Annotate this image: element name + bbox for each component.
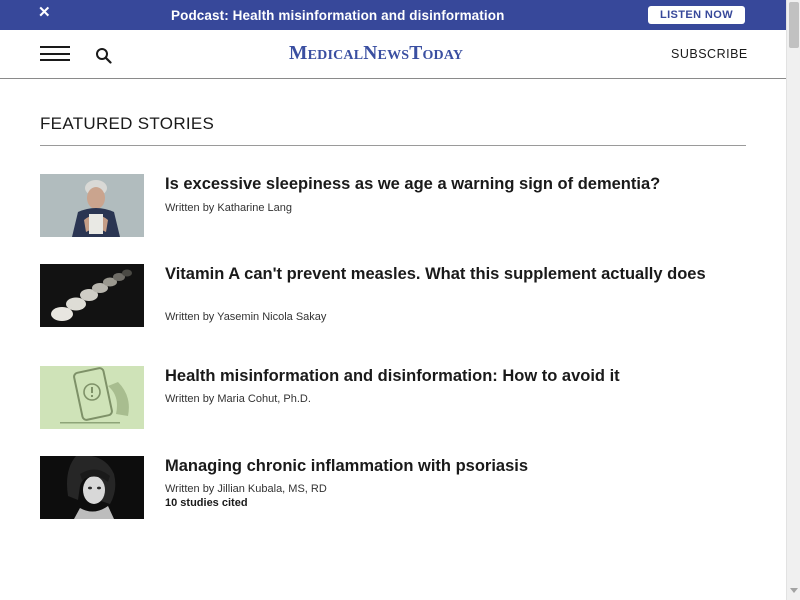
story-thumbnail[interactable] xyxy=(40,264,144,327)
story-thumbnail[interactable] xyxy=(40,174,144,237)
story-headline[interactable]: Managing chronic inflammation with psori… xyxy=(165,456,735,476)
site-logo[interactable]: MedicalNewsToday xyxy=(289,43,463,65)
citation-count: 10 studies cited xyxy=(165,497,248,509)
section-title: FEATURED STORIES xyxy=(40,114,215,133)
scroll-down-arrow-icon[interactable] xyxy=(790,588,798,593)
story-headline[interactable]: Health misinformation and disinformation… xyxy=(165,366,735,386)
page-scrollbar[interactable] xyxy=(786,0,800,600)
story-card[interactable]: Managing chronic inflammation with psori… xyxy=(40,456,746,519)
scrollbar-thumb[interactable] xyxy=(789,2,799,48)
subscribe-link[interactable]: SUBSCRIBE xyxy=(671,47,748,61)
promo-text[interactable]: Podcast: Health misinformation and disin… xyxy=(171,8,504,23)
story-headline[interactable]: Vitamin A can't prevent measles. What th… xyxy=(165,264,735,284)
search-icon[interactable] xyxy=(95,47,112,64)
menu-icon[interactable] xyxy=(40,46,70,62)
story-byline: Written by Maria Cohut, Ph.D. xyxy=(165,393,311,405)
story-thumbnail[interactable] xyxy=(40,366,144,429)
site-header: MedicalNewsToday SUBSCRIBE xyxy=(0,30,786,79)
story-byline: Written by Jillian Kubala, MS, RD xyxy=(165,483,327,495)
story-thumbnail[interactable] xyxy=(40,456,144,519)
story-card[interactable]: Is excessive sleepiness as we age a warn… xyxy=(40,174,746,237)
story-byline: Written by Yasemin Nicola Sakay xyxy=(165,311,327,323)
story-card[interactable]: Health misinformation and disinformation… xyxy=(40,366,746,429)
listen-now-button[interactable]: LISTEN NOW xyxy=(648,6,745,24)
story-headline[interactable]: Is excessive sleepiness as we age a warn… xyxy=(165,174,735,194)
story-card[interactable]: Vitamin A can't prevent measles. What th… xyxy=(40,264,746,327)
story-byline: Written by Katharine Lang xyxy=(165,202,292,214)
section-divider xyxy=(40,145,746,146)
promo-banner: ✕ Podcast: Health misinformation and dis… xyxy=(0,0,786,30)
close-icon[interactable]: ✕ xyxy=(38,5,52,20)
